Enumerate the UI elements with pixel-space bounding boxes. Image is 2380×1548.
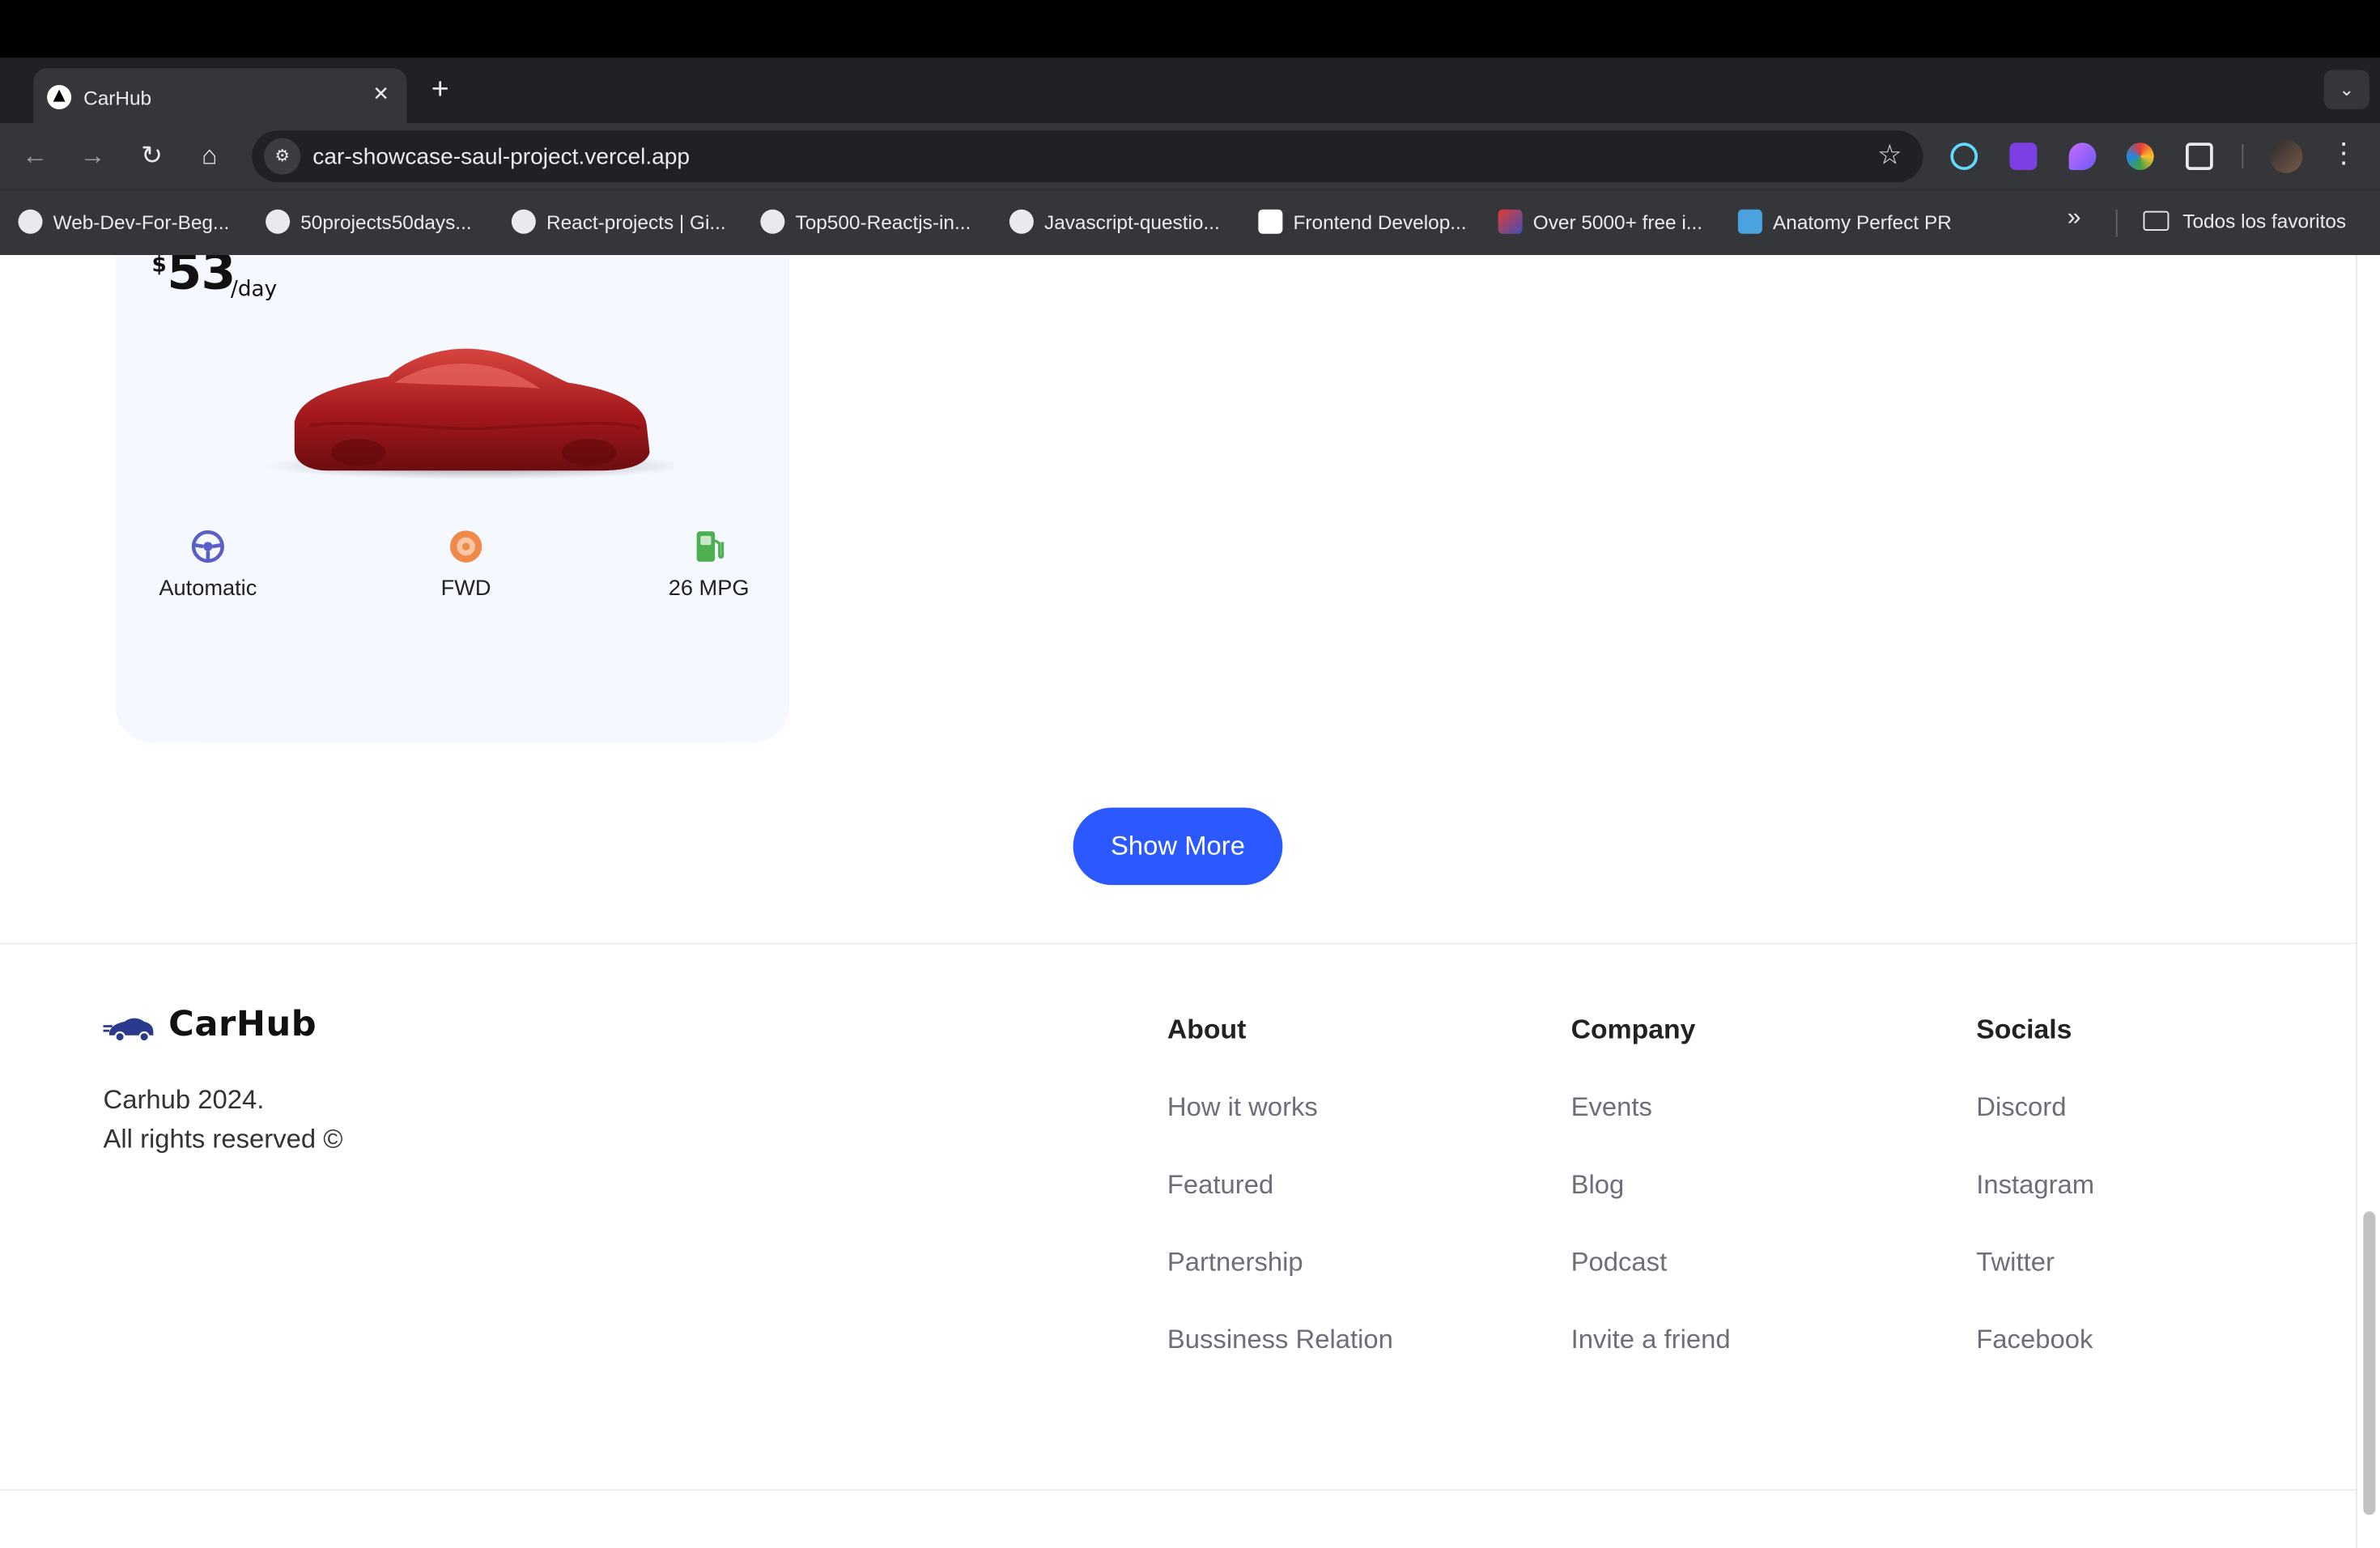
tab-search-button[interactable]: ⌄ (2323, 70, 2369, 109)
bookmark-item[interactable]: Top500-Reactjs-in... (760, 209, 971, 237)
vue-extension-icon[interactable] (2009, 142, 2038, 170)
bookmark-item[interactable]: Web-Dev-For-Beg... (18, 209, 229, 237)
footer-link[interactable]: Facebook (1976, 1324, 2094, 1401)
column-title: About (1167, 1014, 1247, 1045)
footer-link[interactable]: Podcast (1571, 1246, 1731, 1324)
spec-label: FWD (440, 576, 491, 602)
spec-transmission: Automatic (117, 529, 299, 602)
profile-avatar[interactable] (2269, 139, 2303, 173)
bookmark-item[interactable]: Anatomy Perfect PR (1737, 209, 1952, 237)
footer-link[interactable]: Invite a friend (1571, 1324, 1731, 1401)
chevron-double-right-icon[interactable]: » (2068, 205, 2081, 232)
car-specs: Automatic FWD 26 MPG (116, 529, 790, 620)
toolbar-divider (2242, 144, 2244, 169)
folder-icon (2143, 211, 2170, 231)
github-icon (511, 209, 536, 234)
spec-mileage: 26 MPG (618, 529, 800, 602)
extensions-puzzle-icon[interactable] (2186, 142, 2213, 170)
site-info-icon[interactable]: ⚙ (264, 138, 301, 175)
price-currency: $ (151, 255, 167, 279)
icons-site-icon (1498, 209, 1523, 234)
page-scrollbar[interactable] (2356, 255, 2380, 1548)
wappalyzer-extension-icon[interactable] (2126, 142, 2154, 170)
bookmarks-bar: Web-Dev-For-Beg... 50projects50days... R… (0, 189, 2380, 255)
column-title: Company (1570, 1014, 1696, 1045)
react-devtools-icon[interactable] (1950, 142, 1978, 170)
frontend-mentor-icon (1258, 209, 1283, 234)
new-tab-button[interactable]: + (425, 74, 456, 107)
browser-toolbar: ← → ↻ ⌂ ⚙ car-showcase-saul-project.verc… (0, 122, 2380, 190)
bookmark-item[interactable]: Over 5000+ free i... (1498, 209, 1702, 237)
copyright-line: All rights reserved © (103, 1123, 343, 1155)
address-bar[interactable]: ⚙ car-showcase-saul-project.vercel.app ☆ (252, 130, 1923, 182)
spec-drive: FWD (375, 529, 557, 602)
footer-copyright: Carhub 2024. All rights reserved © (104, 1079, 343, 1159)
anatomy-site-icon (1737, 209, 1762, 234)
os-top-bar (0, 0, 2380, 58)
footer-link[interactable]: Instagram (1976, 1169, 2094, 1247)
footer-link[interactable]: Featured (1167, 1169, 1393, 1247)
page-viewport: $ 53 /day Automatic FWD 26 MPG Show More… (0, 255, 2356, 1548)
tab-strip: CarHub ✕ + ⌄ (0, 57, 2380, 125)
footer-brand: CarHub (168, 1005, 317, 1044)
footer-link[interactable]: Events (1571, 1091, 1731, 1169)
all-bookmarks-button[interactable]: Todos los favoritos (2143, 210, 2346, 232)
bookmark-item[interactable]: Frontend Develop... (1258, 209, 1467, 237)
gas-pump-icon (696, 531, 725, 562)
bookmark-item[interactable]: Javascript-questio... (1009, 209, 1220, 237)
reload-icon[interactable]: ↻ (134, 138, 170, 175)
footer-link[interactable]: Partnership (1167, 1246, 1393, 1324)
star-icon[interactable]: ☆ (1877, 140, 1902, 172)
tab-carhub[interactable]: CarHub ✕ (33, 68, 407, 125)
car-card[interactable]: $ 53 /day Automatic FWD 26 MPG (115, 255, 790, 742)
footer-column-company: Company Events Blog Podcast Invite a fri… (1571, 1014, 1731, 1401)
footer: CarHub Carhub 2024. All rights reserved … (0, 942, 2356, 1489)
footer-link[interactable]: How it works (1167, 1091, 1393, 1169)
back-icon[interactable]: ← (17, 138, 53, 175)
forward-icon[interactable]: → (74, 138, 111, 175)
github-icon (266, 209, 291, 234)
tab-title: CarHub (83, 86, 152, 109)
copyright-line: Carhub 2024. (103, 1083, 265, 1115)
spec-label: 26 MPG (668, 576, 750, 602)
spec-label: Automatic (159, 576, 257, 602)
github-icon (1009, 209, 1034, 234)
url-text[interactable]: car-showcase-saul-project.vercel.app (312, 144, 690, 170)
footer-link[interactable]: Bussiness Relation (1167, 1324, 1393, 1401)
tire-icon (449, 530, 482, 563)
steering-wheel-icon (191, 529, 224, 563)
github-icon (18, 209, 43, 234)
vercel-favicon-icon (47, 85, 72, 109)
bookmarks-divider (2115, 209, 2118, 237)
column-title: Socials (1976, 1014, 2072, 1045)
footer-column-socials: Socials Discord Instagram Twitter Facebo… (1976, 1014, 2094, 1401)
github-icon (760, 209, 785, 234)
car-image (264, 348, 674, 480)
home-icon[interactable]: ⌂ (191, 138, 227, 175)
footer-link[interactable]: Discord (1976, 1091, 2094, 1169)
price-value: 53 (167, 255, 236, 301)
footer-column-about: About How it works Featured Partnership … (1167, 1014, 1393, 1401)
bookmark-item[interactable]: React-projects | Gi... (511, 209, 726, 237)
price-unit: /day (231, 278, 278, 303)
bookmark-item[interactable]: 50projects50days... (266, 209, 472, 237)
show-more-button[interactable]: Show More (1073, 807, 1283, 886)
footer-divider (0, 1489, 2356, 1491)
kebab-menu-icon[interactable]: ⋮ (2330, 138, 2357, 170)
color-picker-extension-icon[interactable] (2068, 142, 2097, 170)
footer-link[interactable]: Blog (1571, 1169, 1731, 1247)
scrollbar-thumb[interactable] (2363, 1211, 2376, 1516)
close-tab-icon[interactable]: ✕ (368, 80, 395, 108)
footer-link[interactable]: Twitter (1976, 1246, 2094, 1324)
car-logo-icon (103, 1018, 154, 1043)
